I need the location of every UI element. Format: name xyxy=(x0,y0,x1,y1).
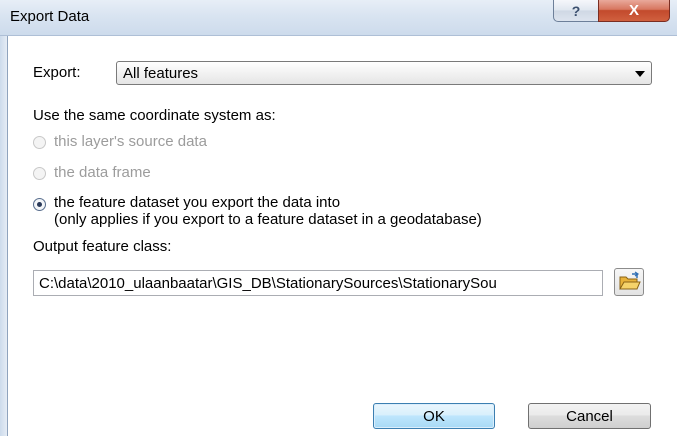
radio-feature-dataset[interactable] xyxy=(33,198,46,211)
export-data-dialog: Export Data ? X Export: All features Use… xyxy=(0,0,677,436)
dialog-title: Export Data xyxy=(10,8,90,25)
browse-button[interactable] xyxy=(614,268,644,296)
export-selected-value: All features xyxy=(123,65,199,82)
radio-layer-source-data-label: this layer's source data xyxy=(54,133,207,150)
radio-data-frame-label: the data frame xyxy=(54,164,151,181)
radio-layer-source-data[interactable] xyxy=(33,136,46,149)
radio-data-frame[interactable] xyxy=(33,167,46,180)
radio-feature-dataset-label: the feature dataset you export the data … xyxy=(54,194,341,211)
help-button[interactable]: ? xyxy=(553,0,599,22)
export-label: Export: xyxy=(33,64,81,81)
title-bar[interactable]: Export Data ? X xyxy=(0,0,677,36)
export-dropdown[interactable]: All features xyxy=(116,61,652,85)
radio-feature-dataset-sublabel: (only applies if you export to a feature… xyxy=(54,211,482,228)
window-frame-left xyxy=(0,36,8,436)
output-feature-class-input[interactable]: C:\data\2010_ulaanbaatar\GIS_DB\Stationa… xyxy=(33,270,603,296)
help-icon: ? xyxy=(571,2,581,19)
cancel-button[interactable]: Cancel xyxy=(528,403,651,429)
close-icon: X xyxy=(628,2,639,19)
coordinate-system-label: Use the same coordinate system as: xyxy=(33,107,276,124)
output-feature-class-label: Output feature class: xyxy=(33,238,172,255)
folder-open-icon xyxy=(619,271,641,290)
close-button[interactable]: X xyxy=(598,0,670,22)
ok-button[interactable]: OK xyxy=(373,403,495,429)
chevron-down-icon xyxy=(635,71,645,77)
output-path-value: C:\data\2010_ulaanbaatar\GIS_DB\Stationa… xyxy=(39,275,497,292)
